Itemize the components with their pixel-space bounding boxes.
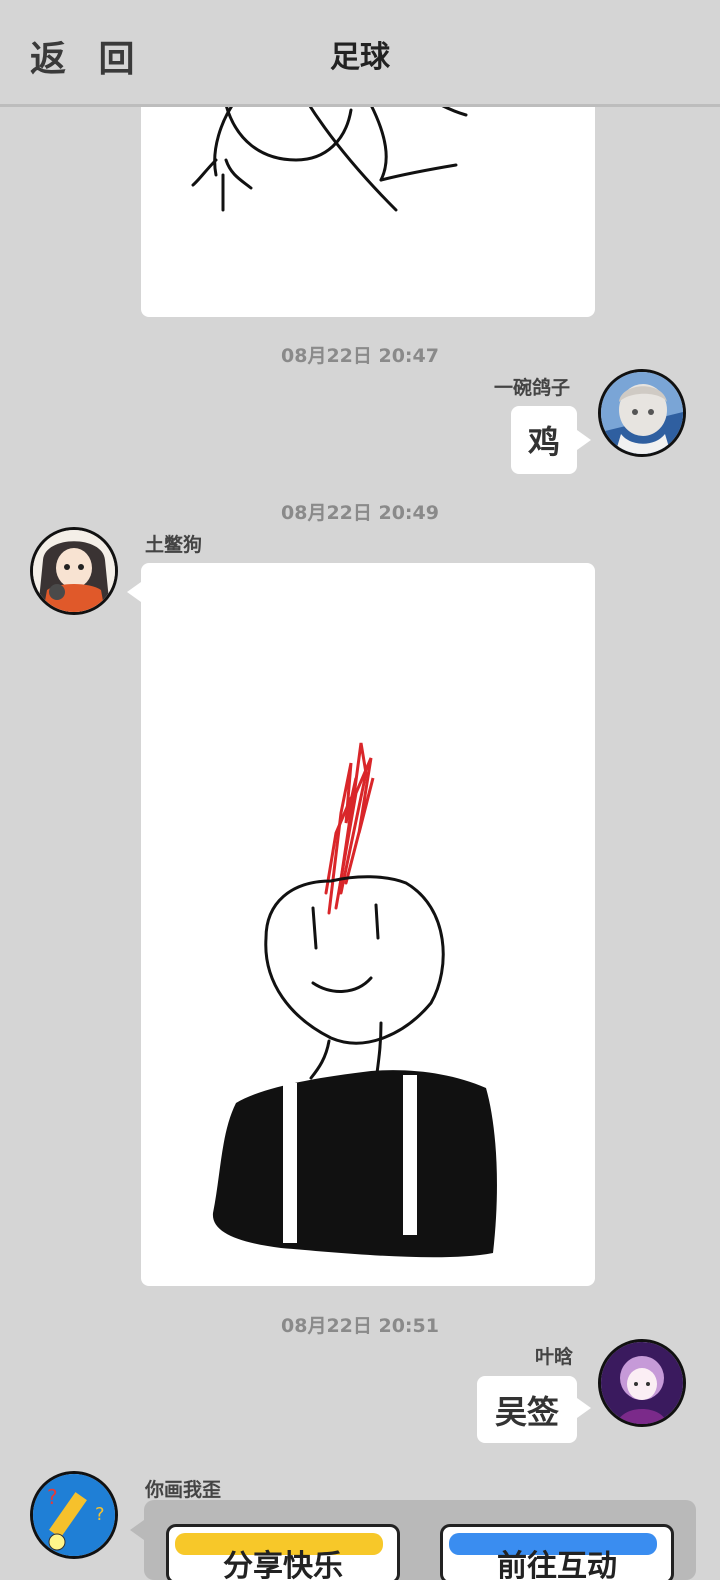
user-avatar-red-dress-girl-icon[interactable] <box>30 527 118 615</box>
timestamp: 08月22日 20:51 <box>281 1315 439 1337</box>
share-card[interactable]: 分享快乐 前往互动 <box>144 1500 696 1580</box>
sender-name: 叶晗 <box>535 1346 574 1368</box>
go-interact-button[interactable]: 前往互动 <box>440 1524 674 1580</box>
share-joy-button[interactable]: 分享快乐 <box>166 1524 400 1580</box>
drawing-message[interactable] <box>141 80 595 317</box>
text-message-bubble[interactable]: 鸡 <box>511 406 577 474</box>
timestamp: 08月22日 20:49 <box>281 502 439 524</box>
svg-text:?: ? <box>95 1504 105 1525</box>
bubble-tail <box>577 430 591 450</box>
game-pencil-avatar-icon[interactable]: ? ? <box>30 1471 118 1559</box>
sender-name: 一碗鸽子 <box>494 377 571 399</box>
drawing-canvas-2 <box>212 742 497 1258</box>
svg-text:?: ? <box>47 1485 58 1509</box>
timestamp: 08月22日 20:47 <box>281 345 439 367</box>
chat-title: 足球 <box>330 40 390 75</box>
user-avatar-purple-girl-icon[interactable] <box>598 1339 686 1427</box>
bubble-tail <box>127 582 141 602</box>
sender-name: 你画我歪 <box>145 1479 222 1501</box>
drawing-message[interactable] <box>141 563 595 1286</box>
bubble-tail <box>130 1520 144 1540</box>
top-bar: 返 回 足球 <box>0 0 720 107</box>
sender-name: 土鳖狗 <box>145 534 203 556</box>
text-message-bubble[interactable]: 吴签 <box>477 1376 577 1443</box>
user-avatar-silver-hair-icon[interactable] <box>598 369 686 457</box>
drawing-canvas-1 <box>191 98 468 212</box>
message-text: 鸡 <box>527 423 560 461</box>
message-text: 吴签 <box>494 1392 559 1431</box>
bubble-tail <box>577 1398 591 1418</box>
